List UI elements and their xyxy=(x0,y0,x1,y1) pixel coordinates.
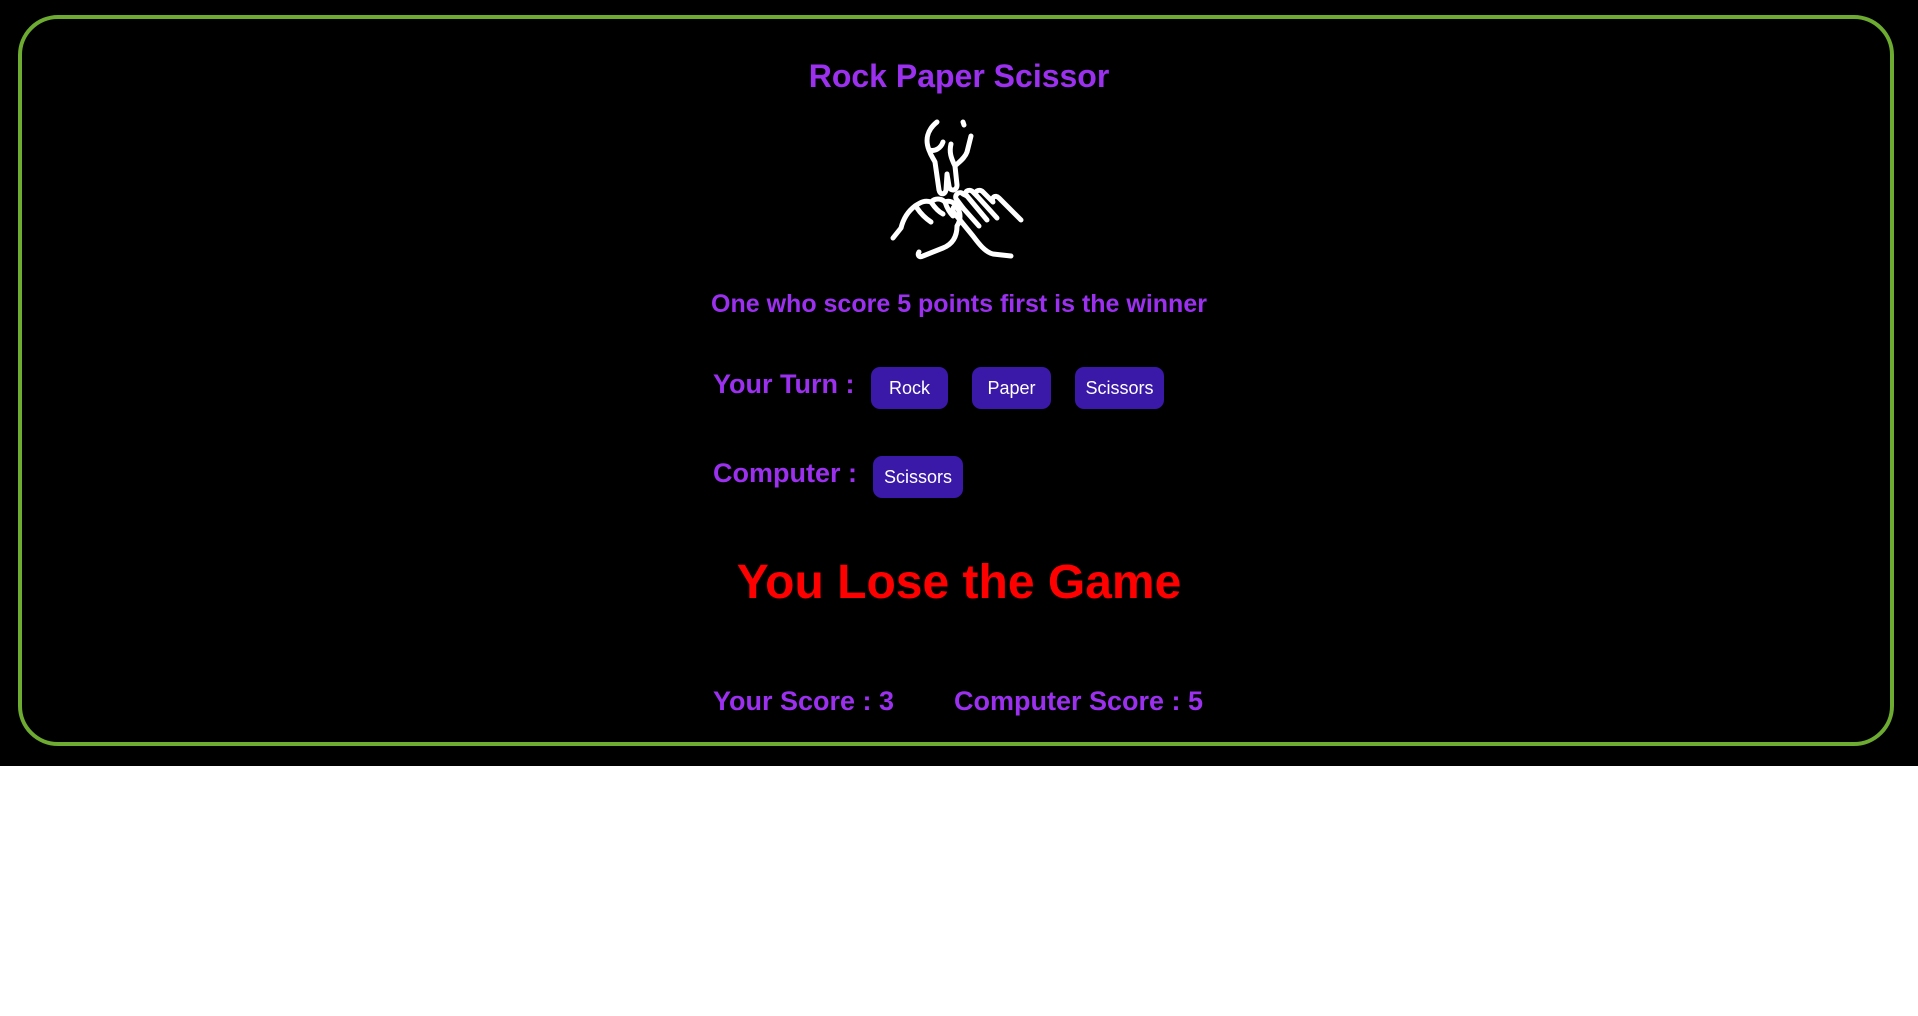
choice-buttons: Rock Paper Scissors xyxy=(0,367,1918,409)
paper-button[interactable]: Paper xyxy=(972,367,1051,409)
your-score: Your Score : 3 xyxy=(713,686,895,716)
rules-text: One who score 5 points first is the winn… xyxy=(711,290,1207,318)
rock-button[interactable]: Rock xyxy=(871,367,948,409)
computer-choice-badge: Scissors xyxy=(873,456,963,498)
game-title: Rock Paper Scissor xyxy=(808,58,1110,94)
rock-paper-scissors-hands-icon xyxy=(890,119,1024,260)
game-stage: Rock Paper Scissor One who score 5 point… xyxy=(0,0,1918,766)
computer-choice-row: Scissors xyxy=(0,456,1918,498)
result-message: You Lose the Game xyxy=(736,556,1182,609)
scissors-button[interactable]: Scissors xyxy=(1075,367,1164,409)
computer-score: Computer Score : 5 xyxy=(954,686,1204,716)
